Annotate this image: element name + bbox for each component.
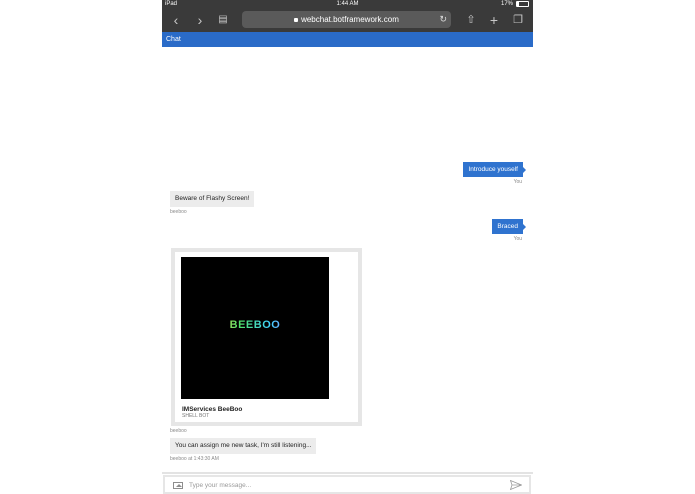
message-text: Braced <box>497 223 518 230</box>
send-icon[interactable] <box>510 480 522 490</box>
status-bar: iPad 1:44 AM 17% <box>162 0 533 8</box>
status-right: 17% <box>501 0 529 8</box>
ipad-screen: iPad 1:44 AM 17% ‹ › ▤ webchat.botframew… <box>162 0 533 494</box>
address-bar[interactable]: webchat.botframework.com ↻ <box>242 11 451 28</box>
new-tab-icon[interactable]: + <box>486 12 502 28</box>
chat-header: Chat <box>162 32 533 47</box>
bot-message: You can assign me new task, I'm still li… <box>170 438 317 454</box>
url-text: webchat.botframework.com <box>301 15 399 24</box>
message-meta: beeboo <box>170 428 187 434</box>
lock-icon <box>294 17 299 22</box>
reload-icon[interactable]: ↻ <box>439 11 447 28</box>
input-bar <box>162 472 533 494</box>
message-meta: beeboo <box>170 209 187 215</box>
beeboo-logo: BEEBOO <box>181 319 329 331</box>
message-meta: You <box>513 236 522 242</box>
message-input[interactable] <box>189 479 489 492</box>
image-upload-icon[interactable] <box>173 482 183 489</box>
safari-toolbar: ‹ › ▤ webchat.botframework.com ↻ ⇧ + ❐ <box>162 8 533 32</box>
card-image[interactable]: BEEBOO <box>181 257 329 399</box>
bot-message: Beware of Flashy Screen! <box>170 191 255 207</box>
card-subtitle: SHELL BOT <box>182 413 210 419</box>
share-icon[interactable]: ⇧ <box>463 12 479 28</box>
message-text: You can assign me new task, I'm still li… <box>175 442 312 449</box>
message-input-box <box>163 475 531 494</box>
user-message: Introduce youself <box>463 162 526 177</box>
back-icon[interactable]: ‹ <box>168 12 184 28</box>
user-message: Braced <box>492 219 526 234</box>
hero-card[interactable]: BEEBOO IMServices BeeBoo SHELL BOT <box>171 248 362 426</box>
battery-percent: 17% <box>500 1 513 7</box>
battery-icon <box>516 1 529 7</box>
card-title: IMServices BeeBoo <box>182 406 243 413</box>
message-text: Beware of Flashy Screen! <box>175 195 250 202</box>
message-meta: beeboo at 1:43:30 AM <box>170 456 219 462</box>
clock: 1:44 AM <box>336 1 359 7</box>
battery-fill <box>517 2 519 6</box>
message-text: Introduce youself <box>468 166 518 173</box>
forward-icon[interactable]: › <box>192 12 208 28</box>
card-body: BEEBOO IMServices BeeBoo SHELL BOT <box>175 252 358 422</box>
message-meta: You <box>513 179 522 185</box>
bookmarks-icon[interactable]: ▤ <box>215 12 231 28</box>
chat-title: Chat <box>166 36 181 43</box>
tabs-icon[interactable]: ❐ <box>510 12 526 28</box>
